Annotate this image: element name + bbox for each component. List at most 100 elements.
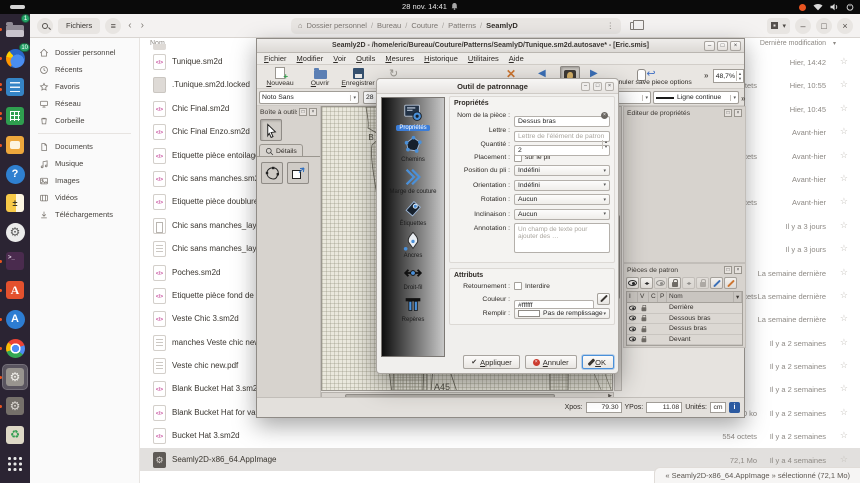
view-toggle[interactable]: ▾ <box>767 18 790 34</box>
piece-visible-cell[interactable] <box>628 305 637 310</box>
panel-close-button[interactable]: × <box>309 108 317 116</box>
clock[interactable]: 28 nov. 14:41 <box>0 0 860 14</box>
pieces-column-c[interactable]: C <box>649 292 658 302</box>
dock-item-calculator[interactable]: ± <box>3 191 27 215</box>
column-header-modified[interactable]: Dernière modification <box>760 40 826 47</box>
dialog-nav-notches[interactable]: Repères <box>383 294 443 323</box>
dock-item-writer[interactable] <box>3 75 27 99</box>
edit-seamline-button[interactable] <box>724 277 737 289</box>
menu-aide[interactable]: Aide <box>504 54 529 63</box>
dock-item-terminal[interactable]: >_ <box>3 249 27 273</box>
forbid-flip-checkbox[interactable] <box>514 282 522 290</box>
piece-visible-cell[interactable] <box>628 326 637 331</box>
lock-all-button[interactable] <box>696 277 709 289</box>
dock-item-app-blue-a[interactable]: A <box>3 307 27 331</box>
piece-row[interactable]: Dessous bras <box>627 314 742 325</box>
lock-piece-button[interactable] <box>668 277 681 289</box>
seamly-close-button[interactable]: × <box>730 41 741 51</box>
forward-button[interactable]: › <box>139 20 146 31</box>
dialog-maximize-button[interactable]: □ <box>593 82 602 91</box>
piece-lock-cell[interactable] <box>639 326 648 332</box>
menu-voir[interactable]: Voir <box>328 54 351 63</box>
piece-visible-cell[interactable] <box>628 316 637 321</box>
favorite-star-icon[interactable]: ☆ <box>840 173 848 184</box>
menu-mesures[interactable]: Mesures <box>380 54 419 63</box>
hide-piece-button[interactable] <box>654 277 667 289</box>
breadcrumb-segment[interactable]: Bureau <box>377 21 401 30</box>
pieces-column-caret-icon[interactable]: ▾ <box>734 292 742 302</box>
zoom-spinbox[interactable]: 48,7% ▲▼ <box>713 69 744 83</box>
window-close-button[interactable]: × <box>837 18 853 34</box>
dock-item-seamly2d[interactable]: ⚙ <box>3 365 27 389</box>
seamly2d-titlebar[interactable]: Seamly2D - /home/eric/Bureau/Couture/Pat… <box>257 39 744 53</box>
favorite-star-icon[interactable]: ☆ <box>840 196 848 207</box>
pieces-column-nom[interactable]: Nom <box>667 292 734 302</box>
piece-lock-cell[interactable] <box>639 305 648 311</box>
dialog-nav-grainline[interactable]: Droit-fil <box>383 262 443 291</box>
panel-close-button[interactable]: × <box>734 266 742 274</box>
panel-float-button[interactable]: □ <box>299 108 307 116</box>
panel-float-button[interactable]: □ <box>724 266 732 274</box>
favorite-star-icon[interactable]: ☆ <box>840 103 848 114</box>
path-menu-button[interactable]: ⋮ <box>606 21 614 30</box>
pieces-column-p[interactable]: P <box>658 292 667 302</box>
sidebar-item-image[interactable]: Images <box>30 172 139 189</box>
app-menu-button[interactable]: Fichiers <box>58 18 100 34</box>
fill-select[interactable]: Pas de remplissage▾ <box>514 308 610 319</box>
piece-row[interactable]: Dessus bras <box>627 324 742 335</box>
panel-close-button[interactable]: × <box>734 109 742 117</box>
cancel-button[interactable]: ×Annuler <box>525 355 577 369</box>
dialog-nav-anchors[interactable]: Ancres <box>383 230 443 259</box>
tilt-select[interactable]: Aucun▾ <box>514 209 610 220</box>
favorite-star-icon[interactable]: ☆ <box>840 220 848 231</box>
dock-item-firefox[interactable]: 10 <box>3 46 27 70</box>
piece-lock-cell[interactable] <box>639 315 648 321</box>
dock-item-help[interactable]: ? <box>3 162 27 186</box>
sidebar-item-video[interactable]: Vidéos <box>30 189 139 206</box>
union-tool-button[interactable] <box>287 162 309 184</box>
mirror-piece-button[interactable]: ◂▸ <box>640 277 653 289</box>
open-button[interactable]: Ouvrir <box>301 66 339 88</box>
fold-position-select[interactable]: Indéfini▾ <box>514 165 610 176</box>
eyedropper-button[interactable] <box>597 293 610 305</box>
pieces-column-v[interactable]: V <box>638 292 649 302</box>
quantity-stepper[interactable] <box>514 145 610 156</box>
dock-item-chrome[interactable] <box>3 336 27 360</box>
dock-item-trash[interactable]: ♻ <box>3 423 27 447</box>
info-button[interactable]: i <box>729 402 740 413</box>
panel-float-button[interactable]: □ <box>724 109 732 117</box>
dialog-nav-properties[interactable]: Propriétés <box>383 102 443 131</box>
favorite-star-icon[interactable]: ☆ <box>840 56 848 67</box>
window-maximize-button[interactable]: □ <box>816 18 832 34</box>
dock-item-calc[interactable] <box>3 104 27 128</box>
mirror-all-button[interactable]: ◂▸ <box>682 277 695 289</box>
menu-utilitaires[interactable]: Utilitaires <box>463 54 504 63</box>
search-button[interactable] <box>37 18 53 34</box>
toolbar-overflow-icon[interactable]: » <box>704 71 708 80</box>
piece-row[interactable]: Derrière <box>627 303 742 314</box>
dialog-close-button[interactable]: × <box>605 82 614 91</box>
seamly-minimize-button[interactable]: – <box>704 41 715 51</box>
favorite-star-icon[interactable]: ☆ <box>840 79 848 90</box>
sidebar-item-star[interactable]: Favoris <box>30 78 139 95</box>
favorite-star-icon[interactable]: ☆ <box>840 430 848 441</box>
hamburger-menu-button[interactable]: ≡ <box>105 18 121 34</box>
piece-visible-cell[interactable] <box>628 337 637 342</box>
orientation-select[interactable]: Indéfini▾ <box>514 180 610 191</box>
dock-item-gear-app[interactable]: ⚙ <box>3 394 27 418</box>
favorite-star-icon[interactable]: ☆ <box>840 360 848 371</box>
rotation-select[interactable]: Aucun▾ <box>514 194 610 205</box>
apply-button[interactable]: ✔Appliquer <box>463 355 520 369</box>
dialog-nav-seam-allowance[interactable]: Marge de couture <box>383 166 443 195</box>
menu-fichier[interactable]: Fichier <box>259 54 292 63</box>
dialog-nav-paths[interactable]: Chemins <box>383 134 443 163</box>
favorite-star-icon[interactable]: ☆ <box>840 454 848 465</box>
sidebar-item-download[interactable]: Téléchargements <box>30 206 139 223</box>
favorite-star-icon[interactable]: ☆ <box>840 313 848 324</box>
dock-item-app-grid[interactable] <box>3 452 27 476</box>
dock-item-settings[interactable]: ⚙ <box>3 220 27 244</box>
dock-item-impress[interactable] <box>3 133 27 157</box>
window-minimize-button[interactable]: – <box>795 18 811 34</box>
breadcrumb-segment[interactable]: SeamlyD <box>486 21 518 30</box>
favorite-star-icon[interactable]: ☆ <box>840 407 848 418</box>
